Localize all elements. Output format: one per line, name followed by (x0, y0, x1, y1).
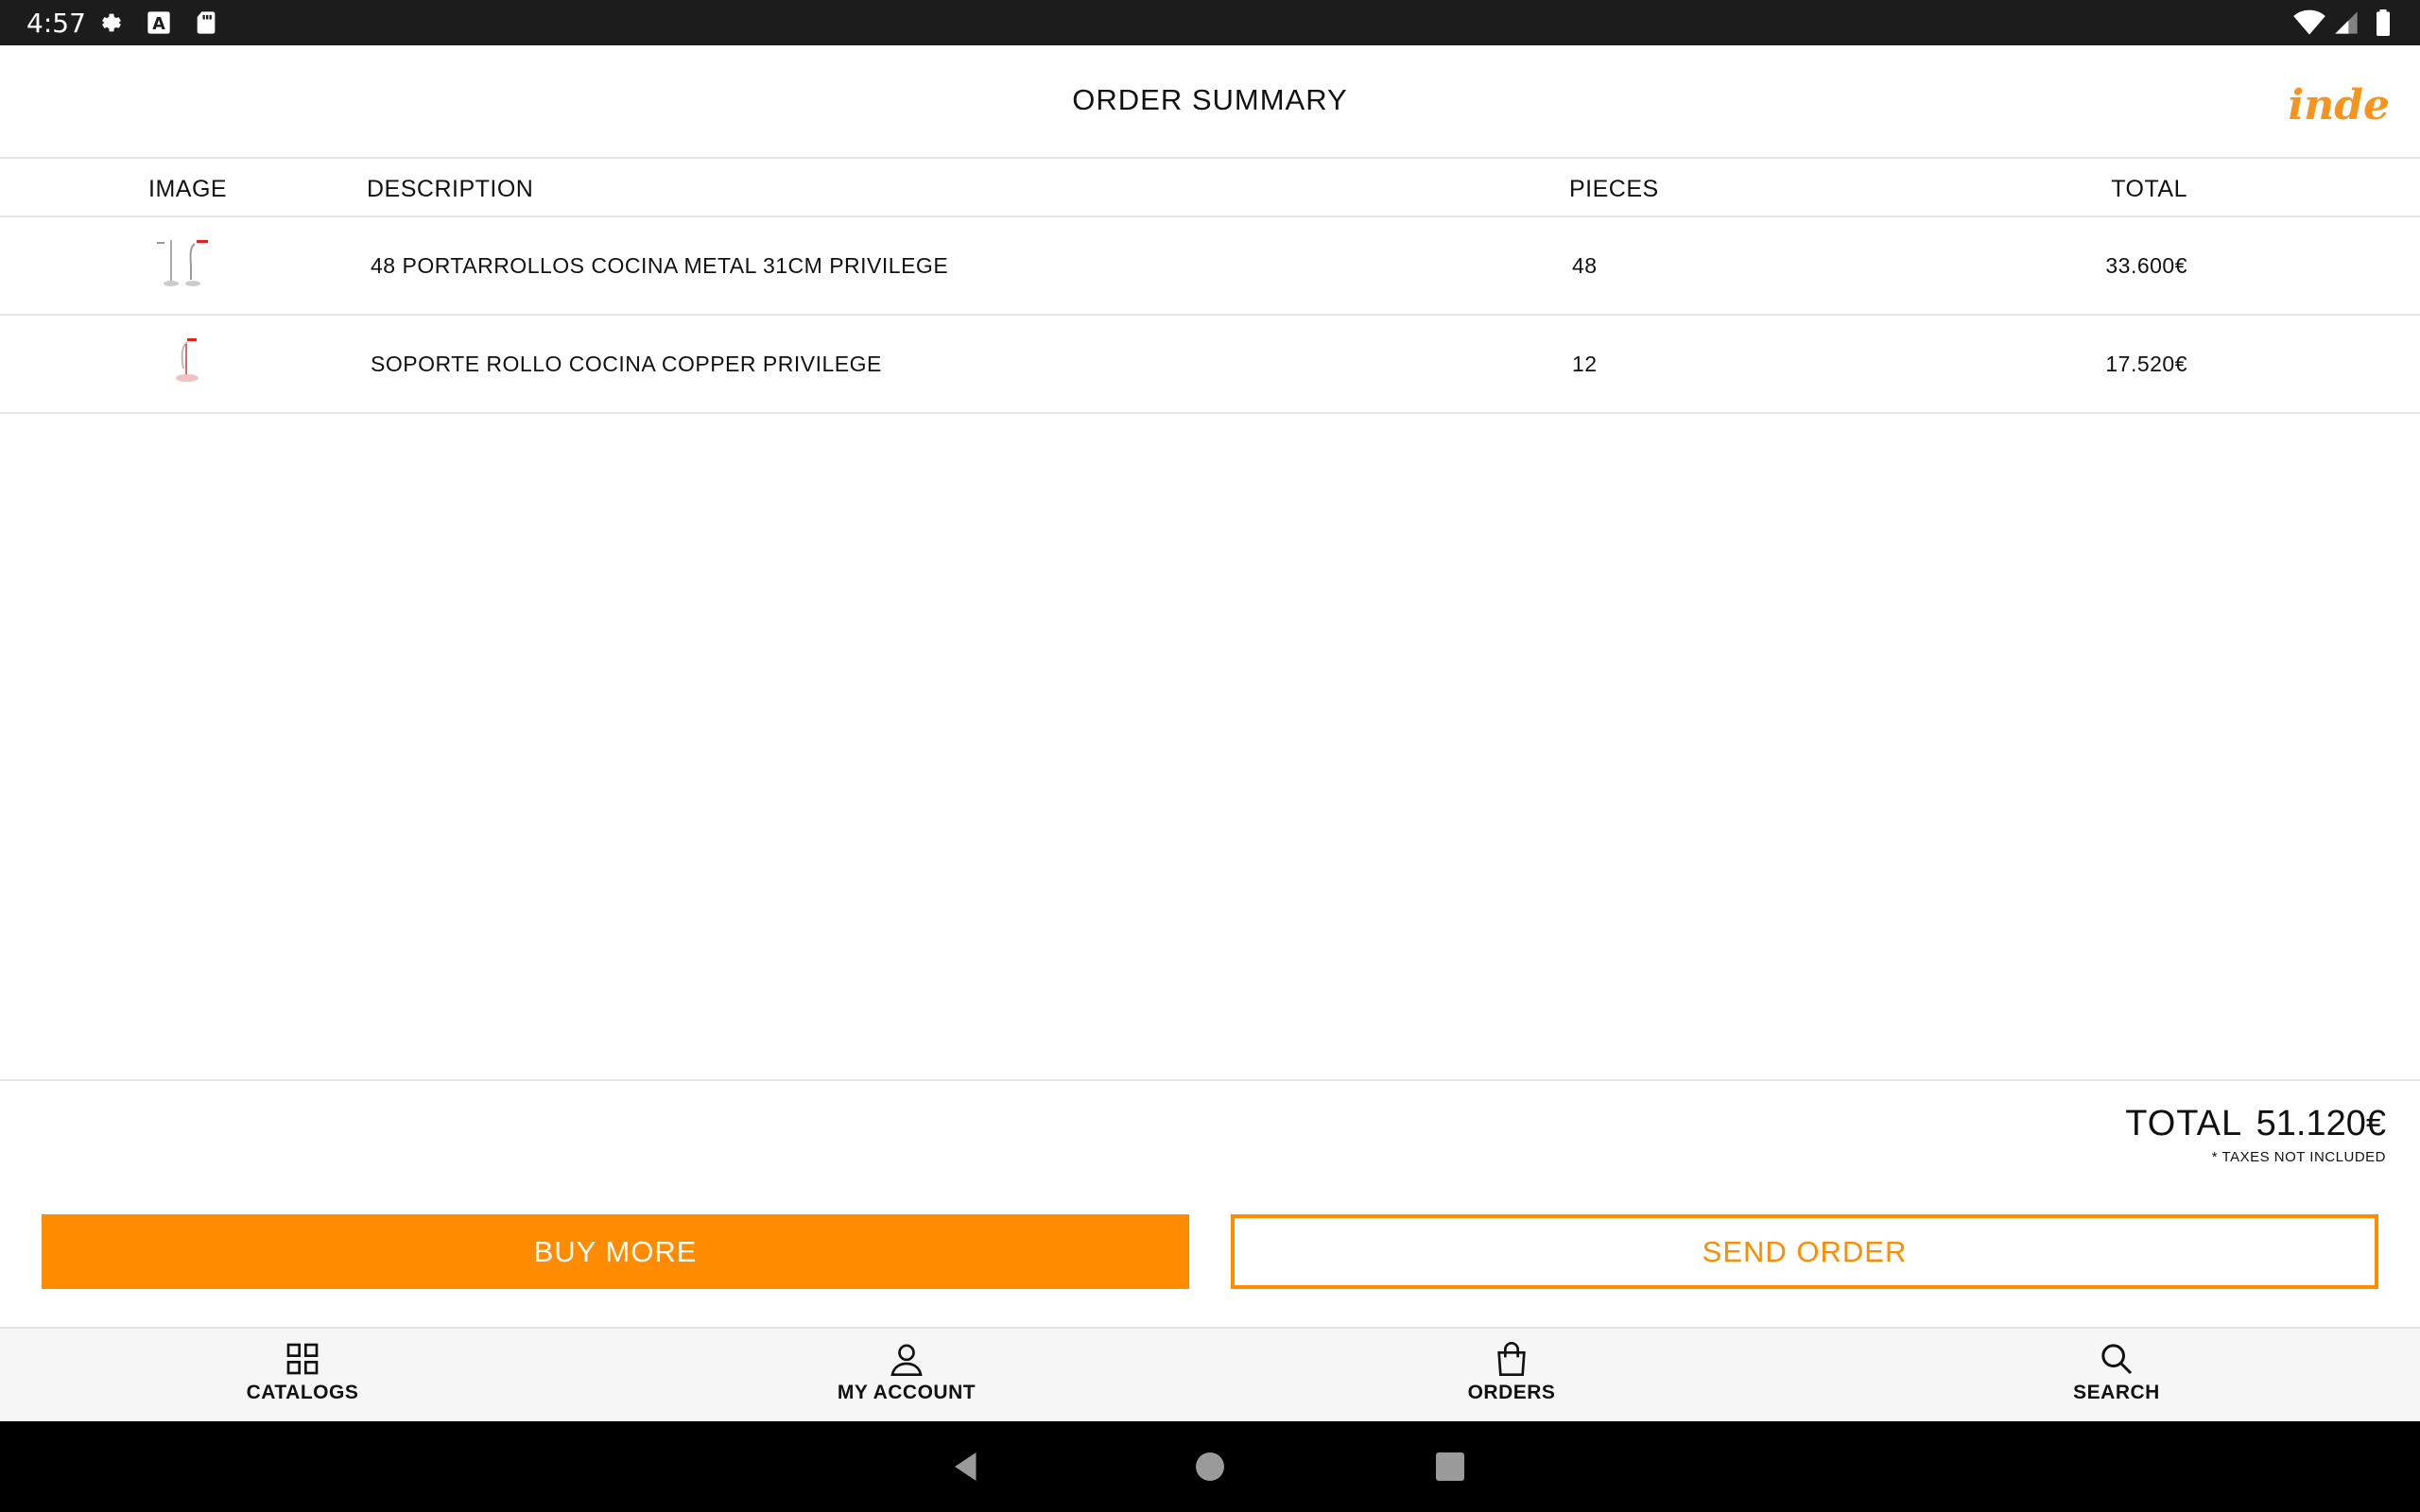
row-description: SOPORTE ROLLO COCINA COPPER PRIVILEGE (371, 352, 882, 376)
status-time: 4:57 (26, 8, 86, 39)
column-header-total: TOTAL (2111, 176, 2187, 202)
nav-label: SEARCH (2073, 1382, 2160, 1403)
font-icon: A (147, 11, 170, 34)
user-icon (890, 1344, 923, 1376)
system-navigation-bar (0, 1421, 2420, 1512)
recents-icon[interactable] (1433, 1450, 1467, 1484)
signal-icon (2335, 11, 2358, 34)
column-header-image: IMAGE (148, 176, 228, 202)
row-total: 33.600€ (2105, 253, 2187, 278)
app-header: ORDER SUMMARY inde (0, 45, 2420, 159)
product-image[interactable] (151, 335, 223, 395)
row-pieces: 48 (1572, 253, 1598, 278)
product-image[interactable] (151, 236, 223, 297)
brand-logo[interactable]: inde (2289, 81, 2390, 129)
home-icon[interactable] (1193, 1450, 1227, 1484)
order-total: TOTAL 51.120€ (2125, 1104, 2386, 1144)
nav-orders[interactable]: ORDERS (1370, 1340, 1653, 1419)
table-header: IMAGE DESCRIPTION PIECES TOTAL (0, 161, 2420, 217)
nav-label: CATALOGS (246, 1382, 359, 1403)
table-row[interactable]: SOPORTE ROLLO COCINA COPPER PRIVILEGE 12… (0, 316, 2420, 414)
table-row[interactable]: 48 PORTARROLLOS COCINA METAL 31CM PRIVIL… (0, 217, 2420, 316)
page-title: ORDER SUMMARY (1072, 83, 1348, 116)
total-label: TOTAL (2125, 1104, 2243, 1143)
summary-divider (0, 1079, 2420, 1081)
send-order-button[interactable]: SEND ORDER (1231, 1214, 2378, 1289)
bottom-navigation: CATALOGS MY ACCOUNT ORDERS SEARCH (0, 1327, 2420, 1421)
svg-text:A: A (152, 15, 165, 34)
bag-icon (1497, 1342, 1526, 1376)
nav-label: ORDERS (1467, 1382, 1556, 1403)
row-description: 48 PORTARROLLOS COCINA METAL 31CM PRIVIL… (371, 253, 949, 278)
nav-catalogs[interactable]: CATALOGS (161, 1340, 444, 1419)
column-header-pieces: PIECES (1569, 176, 1659, 202)
buy-more-button[interactable]: BUY MORE (42, 1214, 1189, 1289)
row-pieces: 12 (1572, 352, 1598, 376)
grid-icon (286, 1343, 319, 1375)
battery-icon (2377, 9, 2390, 36)
wifi-icon (2293, 9, 2325, 35)
nav-my-account[interactable]: MY ACCOUNT (765, 1340, 1048, 1419)
gear-icon (102, 13, 121, 32)
nav-search[interactable]: SEARCH (1975, 1340, 2258, 1419)
search-icon (2101, 1344, 2133, 1375)
column-header-description: DESCRIPTION (367, 176, 534, 202)
nav-label: MY ACCOUNT (837, 1382, 977, 1403)
back-icon[interactable] (949, 1450, 983, 1484)
tax-note: * TAXES NOT INCLUDED (2211, 1149, 2386, 1165)
row-total: 17.520€ (2105, 352, 2187, 376)
sd-card-icon (197, 11, 216, 34)
status-bar: 4:57 A (0, 0, 2420, 45)
total-value: 51.120€ (2256, 1104, 2386, 1143)
